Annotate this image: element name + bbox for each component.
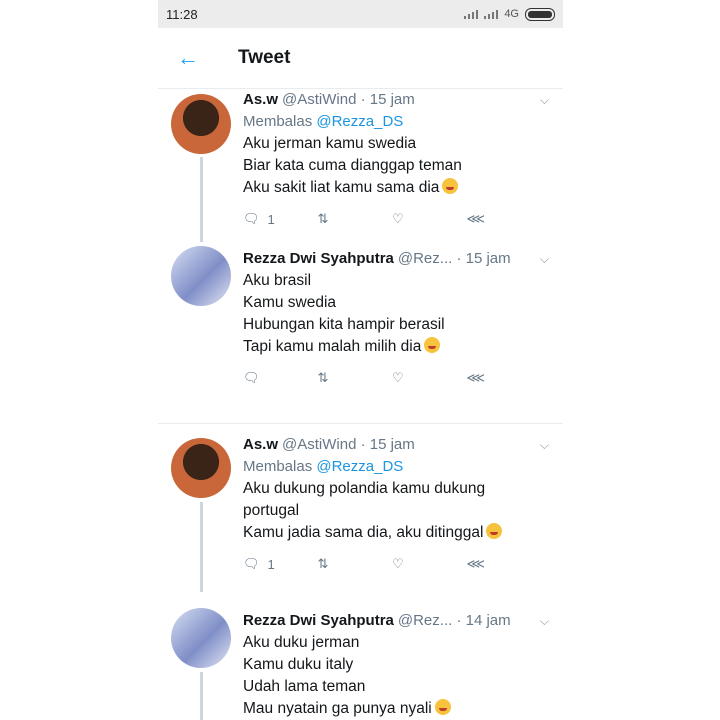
tweet-line: Mau nyatain ga punya nyali xyxy=(243,700,432,717)
reply-context: Membalas @Rezza_DS xyxy=(243,458,404,475)
tweet-item[interactable]: Rezza Dwi Syahputra @Rez... · 15 jam ⌵ Aku… xyxy=(158,240,563,423)
thread-line xyxy=(200,157,203,242)
retweet-icon[interactable]: ⇅ xyxy=(318,211,393,227)
status-bar: 11:28 4G xyxy=(158,0,563,28)
share-icon[interactable]: ⋘ xyxy=(467,556,542,572)
tweet-actions: 🗨 1 ⇅ ♡ ⋘ xyxy=(243,544,541,584)
tweet-item[interactable]: As.w @AstiWind · 15 jam ⌵ Membalas @Rezza_… xyxy=(158,424,563,594)
heart-icon[interactable]: ♡ xyxy=(392,211,467,227)
avatar-astiwind[interactable] xyxy=(171,438,231,498)
chevron-down-icon[interactable]: ⌵ xyxy=(540,89,549,111)
emoji-icon xyxy=(486,523,503,539)
author-handle: @Rez... · 14 jam xyxy=(397,612,511,629)
tweet-line: Kamu duku italy xyxy=(243,656,354,673)
tweet-thread: As.w @AstiWind · 15 jam ⌵ Membalas @Rezza_… xyxy=(158,89,563,720)
author-handle: @AstiWind · 15 jam xyxy=(282,91,415,108)
reply-icon: 🗨 xyxy=(243,370,260,385)
reply-count: 1 xyxy=(267,556,275,572)
heart-icon[interactable]: ♡ xyxy=(392,370,467,386)
tweet-line: portugal xyxy=(243,502,300,519)
chevron-down-icon[interactable]: ⌵ xyxy=(540,610,549,632)
tweet-line: Kamu jadia sama dia, aku ditinggal xyxy=(243,524,484,541)
emoji-icon xyxy=(442,178,459,194)
avatar-rezza[interactable] xyxy=(171,608,231,668)
app-bar: ← Tweet xyxy=(158,28,563,89)
thread-line xyxy=(200,502,203,592)
tweet-line: Aku brasil xyxy=(243,272,312,289)
tweet-line: Hubungan kita hampir berasil xyxy=(243,316,445,333)
reply-button[interactable]: 🗨 1 xyxy=(243,556,318,572)
reply-context: Membalas @Rezza_DS xyxy=(243,113,404,130)
tweet-line: Kamu swedia xyxy=(243,294,337,311)
avatar-rezza[interactable] xyxy=(171,246,231,306)
retweet-icon[interactable]: ⇅ xyxy=(318,556,393,572)
share-icon[interactable]: ⋘ xyxy=(467,211,542,227)
tweet-actions: 🗨 ⇅ ♡ ⋘ xyxy=(243,358,541,398)
tweet-line: Aku sakit liat kamu sama dia xyxy=(243,179,440,196)
thread-line xyxy=(200,672,203,720)
chevron-down-icon[interactable]: ⌵ xyxy=(540,434,549,456)
signal-icon xyxy=(464,9,479,19)
phone-screen: 11:28 4G ← Tweet As.w @AstiWind · 15 jam ⌵… xyxy=(158,0,563,720)
page-title: Tweet xyxy=(238,47,291,68)
mention-link[interactable]: @Rezza_DS xyxy=(316,113,403,130)
battery-icon xyxy=(525,7,555,21)
reply-count: 1 xyxy=(267,211,275,227)
status-time: 11:28 xyxy=(166,6,198,22)
tweet-line: Udah lama teman xyxy=(243,678,366,695)
avatar-astiwind[interactable] xyxy=(171,94,231,154)
author-name: As.w xyxy=(243,91,279,108)
reply-button[interactable]: 🗨 1 xyxy=(243,211,318,227)
tweet-actions: 🗨 1 ⇅ ♡ ⋘ xyxy=(243,199,541,239)
author-name: As.w xyxy=(243,436,279,453)
chevron-down-icon[interactable]: ⌵ xyxy=(540,248,549,270)
tweet-item[interactable]: Rezza Dwi Syahputra @Rez... · 14 jam ⌵ Aku… xyxy=(158,594,563,720)
emoji-icon xyxy=(424,337,441,353)
reply-button[interactable]: 🗨 xyxy=(243,370,318,386)
network-label: 4G xyxy=(504,8,519,20)
reply-icon: 🗨 xyxy=(243,556,260,571)
tweet-item[interactable]: As.w @AstiWind · 15 jam ⌵ Membalas @Rezza_… xyxy=(158,89,563,242)
tweet-line: Tapi kamu malah milih dia xyxy=(243,338,422,355)
share-icon[interactable]: ⋘ xyxy=(467,370,542,386)
back-arrow-icon[interactable]: ← xyxy=(158,45,218,71)
heart-icon[interactable]: ♡ xyxy=(392,556,467,572)
tweet-line: Aku duku jerman xyxy=(243,634,360,651)
author-handle: @Rez... · 15 jam xyxy=(397,250,511,267)
author-name: Rezza Dwi Syahputra xyxy=(243,250,394,267)
mention-link[interactable]: @Rezza_DS xyxy=(316,458,403,475)
reply-icon: 🗨 xyxy=(243,211,260,226)
emoji-icon xyxy=(434,699,451,715)
author-handle: @AstiWind · 15 jam xyxy=(282,436,415,453)
tweet-line: Aku jerman kamu swedia xyxy=(243,135,417,152)
author-name: Rezza Dwi Syahputra xyxy=(243,612,394,629)
signal-icon-2 xyxy=(484,9,499,19)
retweet-icon[interactable]: ⇅ xyxy=(318,370,393,386)
tweet-line: Biar kata cuma dianggap teman xyxy=(243,157,462,174)
tweet-line: Aku dukung polandia kamu dukung xyxy=(243,480,486,497)
